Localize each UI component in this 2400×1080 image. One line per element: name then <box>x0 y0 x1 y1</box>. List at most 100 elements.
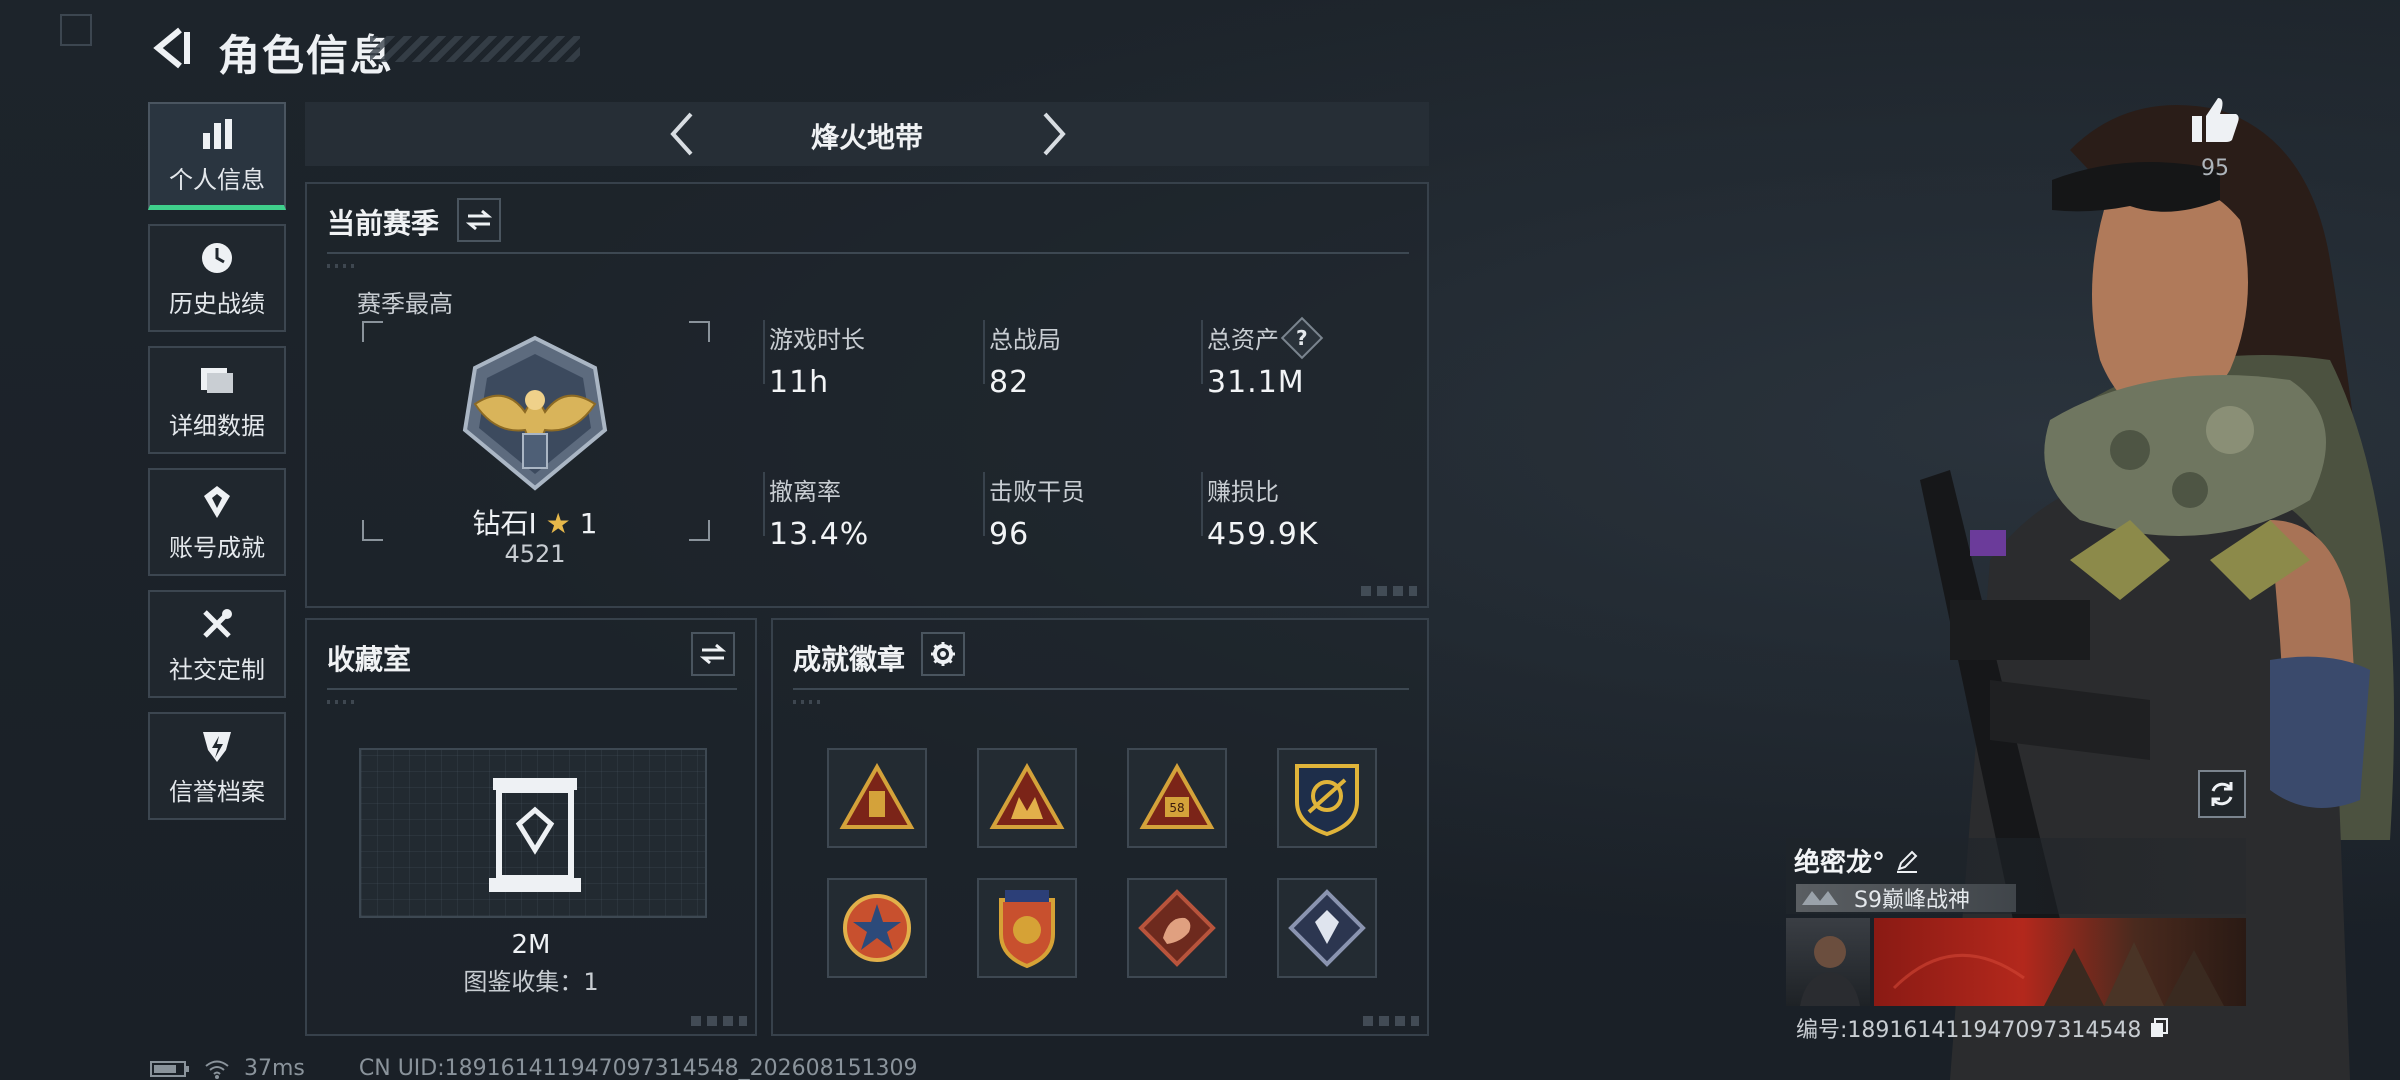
rank-name-row: 钻石Ⅰ ★ 1 <box>407 502 663 542</box>
triangle-badge-icon <box>839 763 915 829</box>
mode-selector: 烽火地带 <box>305 102 1429 166</box>
player-id: 编号:1891614119470973145​48 <box>1796 1018 2142 1043</box>
collection-value: 2M <box>511 930 551 960</box>
player-name-plate: 绝密龙° S9巅峰战神 <box>1786 838 2246 914</box>
swap-icon <box>700 643 726 665</box>
shield-badge-icon <box>1295 764 1359 837</box>
nav-label: 社交定制 <box>169 655 265 684</box>
decoration <box>327 700 357 704</box>
back-button[interactable] <box>150 24 194 72</box>
help-icon[interactable]: ? <box>1280 316 1324 359</box>
stat-extraction-rate: 撤离率 13.4% <box>763 472 870 552</box>
achievement-badge[interactable] <box>1277 878 1377 978</box>
history-icon <box>197 238 237 278</box>
like-count: 95 <box>2201 156 2229 181</box>
gear-icon <box>931 642 955 666</box>
nav-item-achievements[interactable]: 账号成就 <box>148 468 286 576</box>
stat-separator <box>1201 472 1203 536</box>
stat-value: 13.4% <box>769 517 870 552</box>
collection-display[interactable] <box>359 748 707 918</box>
battery-icon <box>150 1060 189 1077</box>
refresh-icon <box>2211 782 2233 806</box>
nav-item-personal-info[interactable]: 个人信息 <box>148 102 286 210</box>
svg-text:58: 58 <box>1169 801 1184 815</box>
nav-label: 信誉档案 <box>169 777 265 806</box>
player-title: S9巅峰战神 <box>1854 888 1970 913</box>
crest-badge-icon <box>999 890 1055 969</box>
stat-operators-defeated: 击败干员 96 <box>983 472 1085 552</box>
nav-item-reputation[interactable]: 信誉档案 <box>148 712 286 820</box>
achievement-badge[interactable] <box>1127 878 1227 978</box>
achievement-badge[interactable]: 58 <box>1127 748 1227 848</box>
edit-icon[interactable] <box>1895 849 1919 873</box>
star-emblem-badge-icon <box>843 894 911 962</box>
nav-label: 账号成就 <box>169 533 265 562</box>
stat-value: 31.1M <box>1207 365 1305 400</box>
mode-next-button[interactable] <box>1027 110 1075 158</box>
stat-separator <box>763 320 765 384</box>
thumbs-up-icon <box>2192 98 2239 142</box>
player-title-badge: S9巅峰战神 <box>1796 884 2016 913</box>
like-button[interactable]: 95 <box>2180 96 2250 181</box>
stat-value: 82 <box>989 365 1030 400</box>
collection-count: 图鉴收集：1 <box>463 968 599 996</box>
nav-item-details[interactable]: 详细数据 <box>148 346 286 454</box>
nav-item-history[interactable]: 历史战绩 <box>148 224 286 332</box>
page-title: 角色信息 <box>218 31 395 80</box>
achievements-title: 成就徽章 <box>793 643 906 676</box>
stat-label: 总战局 <box>989 326 1061 354</box>
nav-label: 详细数据 <box>169 411 265 440</box>
season-best-label: 赛季最高 <box>357 290 453 318</box>
rank-score: 4521 <box>504 540 566 568</box>
player-id-row: 编号:1891614119470973145​48 <box>1796 1012 2169 1044</box>
tools-icon <box>197 604 237 644</box>
stat-separator <box>983 472 985 536</box>
achievement-badge[interactable] <box>977 878 1077 978</box>
stat-label: 游戏时长 <box>769 326 865 354</box>
back-arrow-icon <box>153 27 190 69</box>
nav-label: 历史战绩 <box>169 289 265 318</box>
season-panel: 当前赛季 赛季最高 钻石Ⅰ ★ 1 4521 游戏时长 11h 总战局 82 总… <box>305 182 1429 608</box>
stat-play-time: 游戏时长 11h <box>763 320 865 400</box>
diamond-badge-icon <box>1288 889 1366 967</box>
bar-chart-icon <box>197 114 237 154</box>
rank-stars: 1 <box>579 507 598 540</box>
display-case-icon <box>489 778 581 892</box>
season-title: 当前赛季 <box>327 207 440 240</box>
uid-text: CN UID:1891614119470973145​48_2026081513… <box>358 1056 918 1080</box>
stat-total-matches: 总战局 82 <box>983 320 1061 400</box>
nav-item-social[interactable]: 社交定制 <box>148 590 286 698</box>
achievement-badge[interactable] <box>827 748 927 848</box>
decoration <box>327 264 357 268</box>
side-nav: 个人信息 历史战绩 详细数据 账号成就 社交定制 信誉档案 <box>148 102 286 834</box>
achievement-badge[interactable] <box>977 748 1077 848</box>
player-card-strip[interactable] <box>1786 918 2246 1006</box>
stat-label: 赚损比 <box>1207 478 1279 506</box>
achievement-badge[interactable] <box>1277 748 1377 848</box>
title-emblem-icon <box>1802 891 1838 905</box>
swap-icon <box>466 209 492 231</box>
chevron-right-icon <box>1043 112 1066 156</box>
stat-label: 总资产 <box>1207 326 1279 354</box>
nav-label: 个人信息 <box>169 166 265 194</box>
player-name: 绝密龙° <box>1794 848 1886 878</box>
stat-value: 11h <box>769 365 830 400</box>
collection-switch-button[interactable] <box>691 632 735 676</box>
rank-emblem-icon <box>455 334 615 494</box>
season-switch-button[interactable] <box>457 198 501 242</box>
achievement-badge[interactable] <box>827 878 927 978</box>
wifi-icon <box>205 1060 229 1079</box>
copy-icon[interactable] <box>2149 1017 2169 1039</box>
star-icon: ★ <box>545 507 571 540</box>
stat-separator <box>763 472 765 536</box>
triangle-team-badge-icon <box>989 763 1065 829</box>
rotate-view-button[interactable] <box>2198 770 2246 818</box>
collection-title: 收藏室 <box>327 643 412 676</box>
help-mark: ? <box>1296 325 1308 350</box>
stat-separator <box>983 320 985 384</box>
divider <box>327 252 1409 254</box>
corner-decoration <box>1361 586 1417 596</box>
stat-value: 96 <box>989 517 1030 552</box>
achievements-settings-button[interactable] <box>921 632 965 676</box>
corner-frame-icon <box>60 14 92 46</box>
